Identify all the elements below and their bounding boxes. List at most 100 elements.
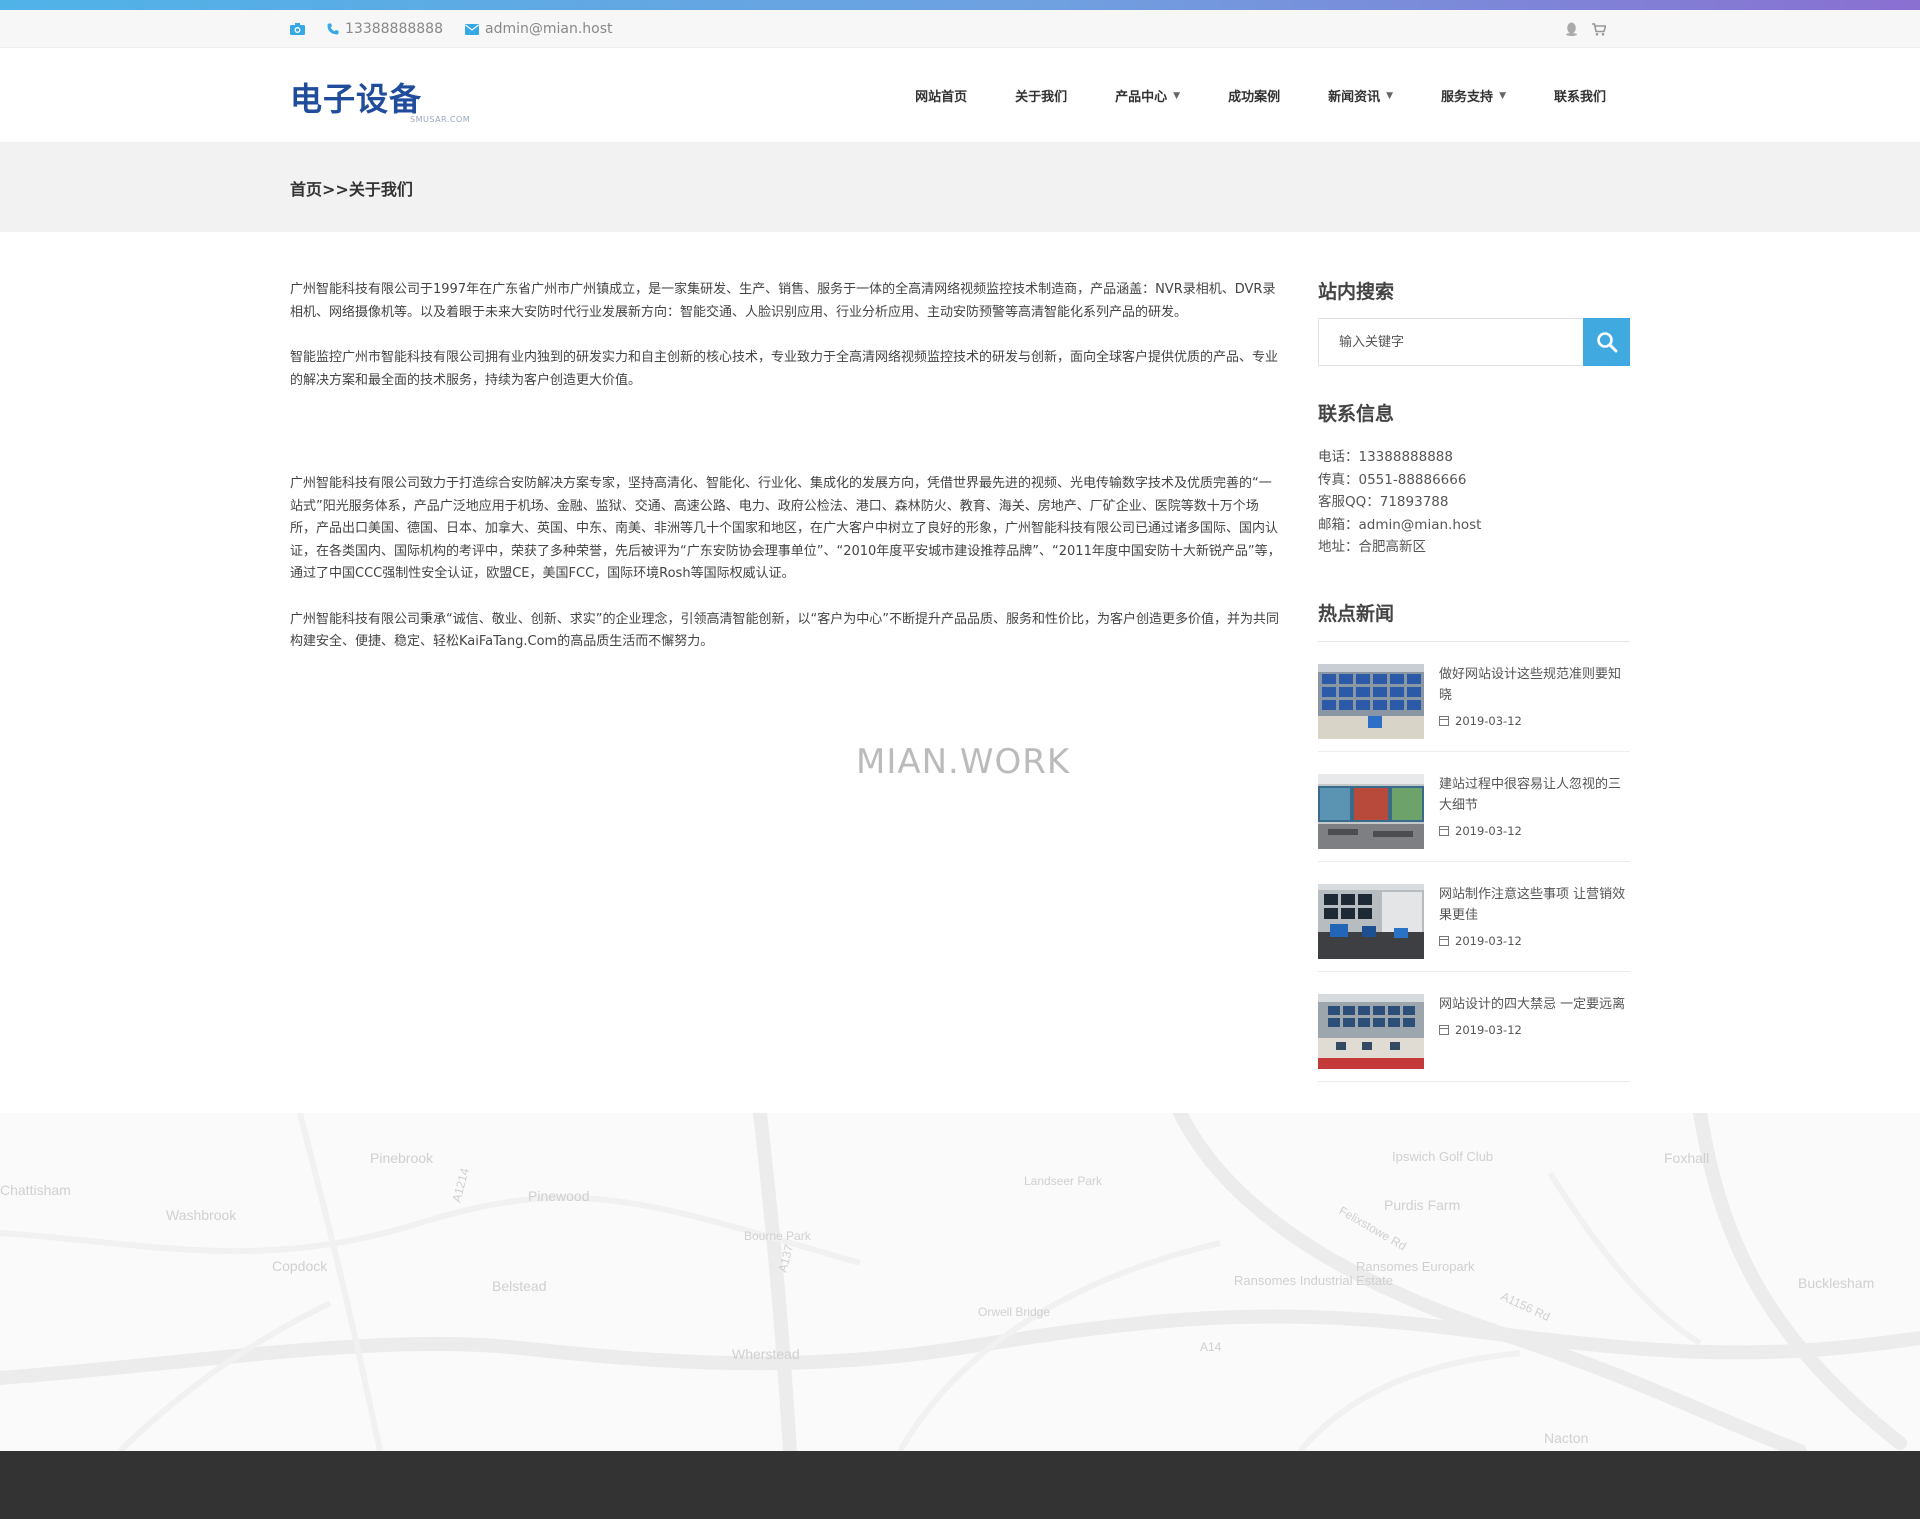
map-label: Nacton: [1544, 1430, 1588, 1446]
about-paragraph-2: 智能监控广州市智能科技有限公司拥有业内独到的研发实力和自主创新的核心技术，专业致…: [290, 350, 1279, 388]
search-title: 站内搜索: [1318, 281, 1395, 303]
top-accent-stripe: [0, 0, 1920, 10]
nav-label: 产品中心: [1115, 90, 1168, 105]
watermark-text: MIAN.WORK: [856, 742, 1071, 782]
news-title[interactable]: 网站制作注意这些事项 让营销效果更佳: [1439, 884, 1630, 926]
about-paragraph-4: 广州智能科技有限公司秉承“诚信、敬业、创新、求实”的企业理念，引领高清智能创新，…: [290, 611, 1279, 650]
envelope-icon: [464, 23, 479, 35]
news-title[interactable]: 建站过程中很容易让人忽视的三大细节: [1439, 774, 1630, 816]
logo-text: 电子设备: [290, 79, 423, 118]
hot-news-block: 热点新闻 做好网站设计这些规范准则要知晓 2019-03-12 建站过程中很容易…: [1318, 599, 1630, 1082]
contact-phone: 电话：13388888888: [1318, 449, 1453, 465]
nav-label: 联系我们: [1553, 90, 1606, 105]
main-section: 广州智能科技有限公司于1997年在广东省广州市广州镇成立，是一家集研发、生产、销…: [0, 232, 1920, 1092]
contact-list: 电话：13388888888 传真：0551-88886666 客服QQ：718…: [1318, 446, 1630, 559]
nav-label: 关于我们: [1015, 90, 1068, 105]
calendar-icon: [1439, 935, 1449, 946]
site-logo[interactable]: 电子设备 SMUSAR.COM: [290, 66, 480, 126]
nav-item-home[interactable]: 网站首页: [891, 48, 991, 143]
map-label: Belstead: [492, 1278, 546, 1294]
calendar-icon: [1439, 1024, 1449, 1035]
hot-news-title: 热点新闻: [1318, 599, 1630, 642]
news-thumbnail[interactable]: [1318, 663, 1424, 739]
nav-label: 网站首页: [915, 90, 968, 105]
logo-subtext: SMUSAR.COM: [410, 114, 471, 124]
nav-item-support[interactable]: 服务支持 ▼: [1417, 48, 1530, 143]
camera-icon: [290, 23, 305, 35]
nav-item-products[interactable]: 产品中心 ▼: [1091, 48, 1204, 143]
map-label: Copdock: [272, 1258, 328, 1274]
phone-icon: [327, 23, 339, 35]
calendar-icon: [1439, 825, 1449, 836]
map-label: Bourne Park: [744, 1229, 812, 1243]
site-header: 电子设备 SMUSAR.COM 网站首页 关于我们 产品中心 ▼ 成功案例 新闻资…: [0, 48, 1920, 143]
map-label: Ransomes Europark: [1356, 1259, 1475, 1274]
chevron-down-icon: ▼: [1499, 90, 1506, 101]
about-content: 广州智能科技有限公司于1997年在广东省广州市广州镇成立，是一家集研发、生产、销…: [290, 232, 1284, 1082]
map-label: Purdis Farm: [1384, 1197, 1460, 1213]
qq-icon[interactable]: [1565, 22, 1578, 36]
about-paragraph-1: 广州智能科技有限公司于1997年在广东省广州市广州镇成立，是一家集研发、生产、销…: [290, 282, 1276, 320]
contact-email: 邮箱：admin@mian.host: [1318, 516, 1482, 533]
map-label: Landseer Park: [1024, 1174, 1103, 1188]
map-label: Ransomes Industrial Estate: [1234, 1273, 1393, 1288]
nav-item-news[interactable]: 新闻资讯 ▼: [1304, 48, 1417, 143]
top-bar: 13388888888 admin@mian.host: [0, 10, 1920, 48]
map-background: Pinebrook Pinewood Chattisham Washbrook …: [0, 1113, 1920, 1451]
contact-title: 联系信息: [1318, 403, 1395, 425]
news-title[interactable]: 网站设计的四大禁忌 一定要远离: [1439, 994, 1625, 1015]
news-thumbnail[interactable]: [1318, 773, 1424, 849]
search-button[interactable]: [1583, 318, 1630, 366]
cart-icon[interactable]: [1592, 22, 1606, 36]
footer: [0, 1451, 1920, 1519]
news-title[interactable]: 做好网站设计这些规范准则要知晓: [1439, 664, 1630, 706]
news-item[interactable]: 网站制作注意这些事项 让营销效果更佳 2019-03-12: [1318, 862, 1630, 972]
search-icon: [1596, 332, 1617, 353]
news-date: 2019-03-12: [1439, 934, 1630, 948]
news-thumbnail[interactable]: [1318, 993, 1424, 1069]
news-item[interactable]: 网站设计的四大禁忌 一定要远离 2019-03-12: [1318, 972, 1630, 1082]
contact-address: 地址：合肥高新区: [1318, 539, 1426, 556]
map-label: Washbrook: [166, 1207, 237, 1223]
breadcrumb[interactable]: 首页>>关于我们: [290, 176, 413, 200]
contact-qq: 客服QQ：71893788: [1318, 494, 1449, 511]
map-label: Pinewood: [528, 1188, 590, 1204]
map-label: Bucklesham: [1798, 1275, 1874, 1291]
nav-item-contact[interactable]: 联系我们: [1530, 48, 1630, 143]
main-nav: 网站首页 关于我们 产品中心 ▼ 成功案例 新闻资讯 ▼ 服务支持 ▼ 联系我们: [891, 48, 1630, 143]
news-date-text: 2019-03-12: [1455, 713, 1522, 728]
nav-label: 服务支持: [1441, 90, 1494, 105]
search-form: [1318, 318, 1630, 366]
map-label: A1214: [449, 1166, 472, 1203]
search-input[interactable]: [1318, 318, 1583, 366]
topbar-phone[interactable]: 13388888888: [327, 21, 443, 37]
nav-item-cases[interactable]: 成功案例: [1204, 48, 1304, 143]
news-item[interactable]: 做好网站设计这些规范准则要知晓 2019-03-12: [1318, 642, 1630, 752]
nav-label: 成功案例: [1228, 90, 1281, 105]
topbar-email[interactable]: admin@mian.host: [464, 21, 613, 37]
map-label: Chattisham: [0, 1182, 71, 1198]
map-label: Wherstead: [732, 1346, 800, 1362]
contact-fax: 传真：0551-88886666: [1318, 471, 1467, 488]
news-date-text: 2019-03-12: [1455, 1022, 1522, 1037]
nav-item-about[interactable]: 关于我们: [991, 48, 1091, 143]
news-item[interactable]: 建站过程中很容易让人忽视的三大细节 2019-03-12: [1318, 752, 1630, 862]
topbar-phone-text: 13388888888: [345, 21, 443, 37]
map-label: Ipswich Golf Club: [1392, 1149, 1493, 1164]
chevron-down-icon: ▼: [1386, 90, 1394, 101]
calendar-icon: [1439, 715, 1449, 726]
map-label: A14: [1200, 1340, 1222, 1354]
news-date: 2019-03-12: [1439, 714, 1630, 728]
topbar-email-text: admin@mian.host: [484, 21, 613, 37]
news-date: 2019-03-12: [1439, 1023, 1625, 1037]
sidebar: 站内搜索 联系信息 电话：13388888888 传真：0551-8888666…: [1318, 232, 1630, 1082]
map-label: Pinebrook: [370, 1150, 434, 1166]
news-thumbnail[interactable]: [1318, 883, 1424, 959]
about-paragraph-3: 广州智能科技有限公司致力于打造综合安防解决方案专家，坚持高清化、智能化、行业化、…: [290, 476, 1281, 581]
map-label: Orwell Bridge: [978, 1305, 1050, 1319]
breadcrumb-band: 首页>>关于我们: [0, 143, 1920, 232]
map-label: A1156 Rd: [1499, 1289, 1552, 1324]
news-date-text: 2019-03-12: [1455, 823, 1522, 838]
topbar-camera[interactable]: [290, 23, 305, 35]
